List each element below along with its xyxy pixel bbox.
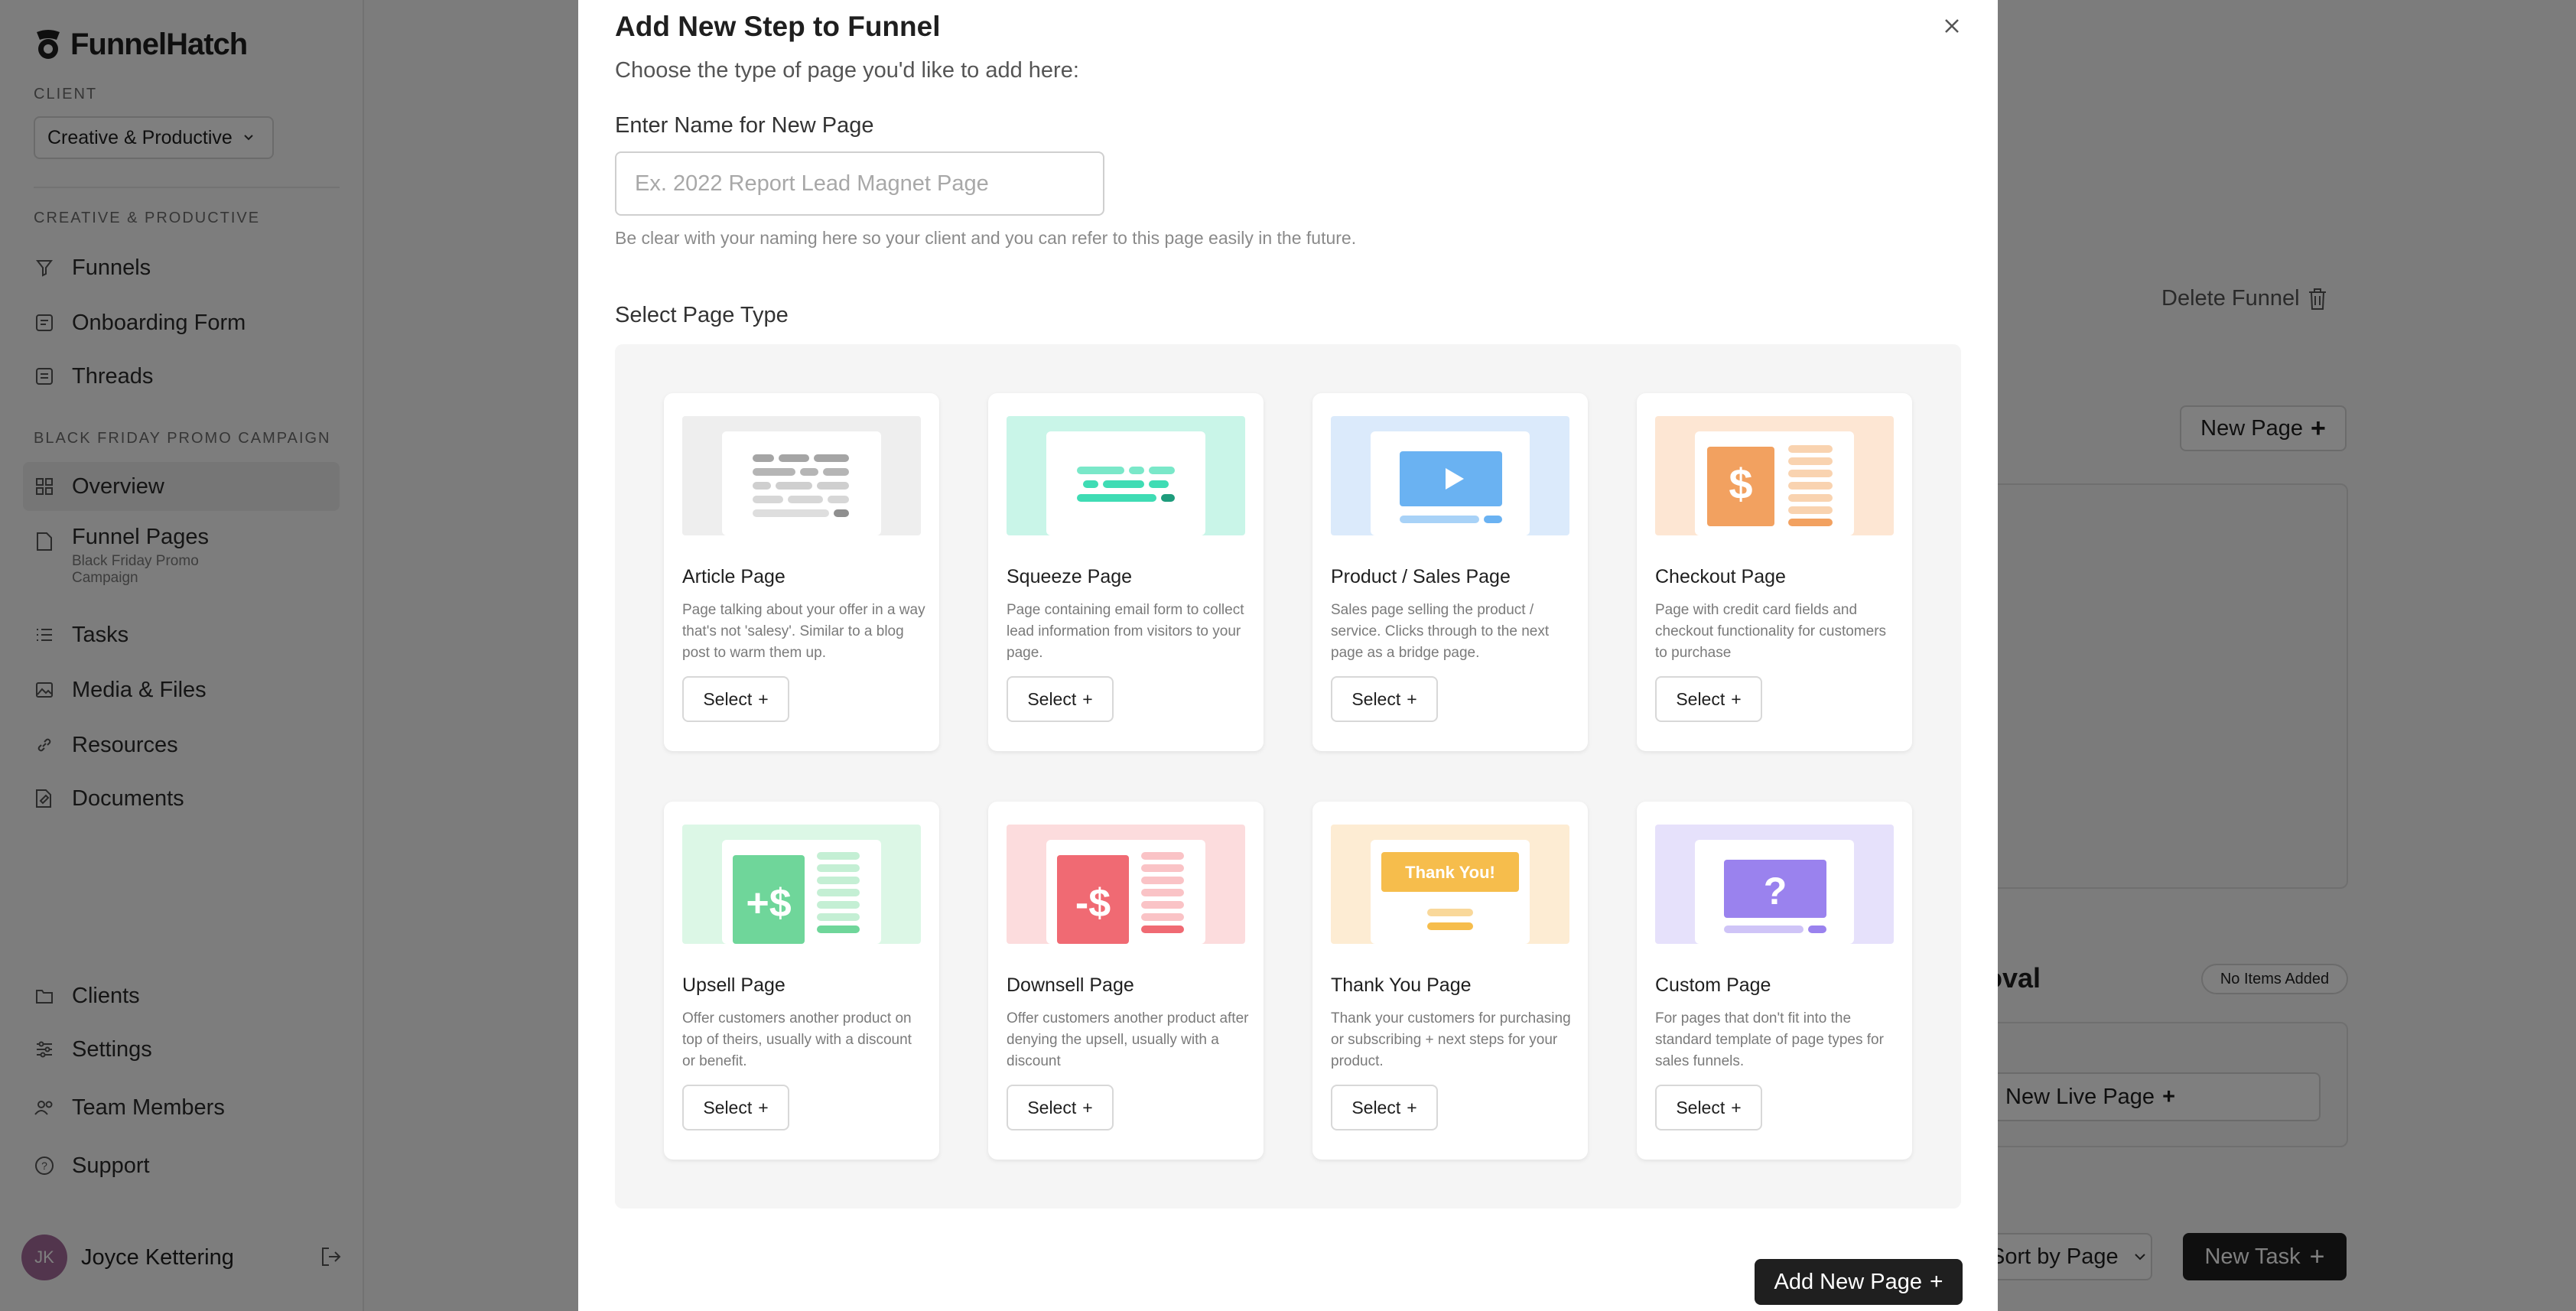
plus-icon: +	[758, 688, 769, 709]
select-label: Select	[1027, 688, 1077, 709]
add-new-page-label: Add New Page	[1774, 1269, 1922, 1294]
select-squeeze-button[interactable]: Select +	[1007, 676, 1114, 722]
page-type-title: Upsell Page	[682, 974, 785, 996]
page-type-description: Offer customers another product after de…	[1007, 1010, 1249, 1069]
plus-icon: +	[1082, 688, 1093, 709]
select-custom-button[interactable]: Select +	[1655, 1085, 1762, 1130]
checkout-thumbnail: $	[1655, 416, 1894, 535]
select-upsell-button[interactable]: Select +	[682, 1085, 789, 1130]
add-step-modal: Add New Step to Funnel Choose the type o…	[578, 0, 1998, 1311]
page-type-card-downsell[interactable]: -$ Downsell Page Offer customers another…	[988, 802, 1264, 1160]
add-new-page-button[interactable]: Add New Page +	[1755, 1259, 1963, 1305]
product-sales-thumbnail	[1331, 416, 1569, 535]
select-checkout-button[interactable]: Select +	[1655, 676, 1762, 722]
select-label: Select	[1676, 1097, 1725, 1117]
page-type-card-upsell[interactable]: +$ Upsell Page Offer customers another p…	[664, 802, 939, 1160]
select-label: Select	[703, 1097, 753, 1117]
page-name-input[interactable]	[615, 151, 1104, 216]
page-type-title: Custom Page	[1655, 974, 1771, 996]
page-type-description: Page containing email form to collect le…	[1007, 602, 1244, 661]
svg-text:$: $	[1729, 460, 1752, 508]
upsell-glyph: +$	[746, 881, 791, 926]
article-thumbnail	[682, 416, 921, 535]
custom-thumbnail: ?	[1655, 825, 1894, 944]
page-type-description: Thank your customers for purchasing or s…	[1331, 1010, 1571, 1069]
page-type-description: Sales page selling the product / service…	[1331, 602, 1550, 661]
plus-icon: +	[1731, 1097, 1742, 1117]
select-label: Select	[1676, 688, 1725, 709]
page-type-title: Squeeze Page	[1007, 566, 1133, 587]
plus-icon: +	[1407, 1097, 1417, 1117]
page-type-description: Offer customers another product on top o…	[682, 1010, 912, 1069]
page-name-label: Enter Name for New Page	[615, 113, 874, 138]
page-type-card-product-sales[interactable]: Product / Sales Page Sales page selling …	[1312, 393, 1588, 751]
page-type-title: Thank You Page	[1331, 974, 1472, 996]
page-type-description: Page with credit card fields and checkou…	[1655, 602, 1887, 661]
page-type-grid: Article Page Page talking about your off…	[615, 344, 1961, 1209]
page-type-title: Downsell Page	[1007, 974, 1134, 996]
page-type-card-checkout[interactable]: $ Checkout Page Page with credit card fi…	[1637, 393, 1912, 751]
plus-icon: +	[1731, 688, 1742, 709]
select-label: Select	[1351, 1097, 1401, 1117]
upsell-thumbnail: +$	[682, 825, 921, 944]
page-name-help: Be clear with your naming here so your c…	[615, 228, 1357, 248]
plus-icon: +	[1407, 688, 1417, 709]
page-type-label: Select Page Type	[615, 303, 789, 327]
select-article-button[interactable]: Select +	[682, 676, 789, 722]
page-type-title: Product / Sales Page	[1331, 566, 1511, 587]
page-type-card-thank-you[interactable]: Thank You! Thank You Page Thank your cus…	[1312, 802, 1588, 1160]
page-type-card-custom[interactable]: ? Custom Page For pages that don't fit i…	[1637, 802, 1912, 1160]
page-type-title: Article Page	[682, 566, 785, 587]
custom-glyph: ?	[1764, 870, 1787, 912]
page-type-card-squeeze[interactable]: Squeeze Page Page containing email form …	[988, 393, 1264, 751]
page-type-description: Page talking about your offer in a way t…	[682, 602, 925, 661]
modal-subtitle: Choose the type of page you'd like to ad…	[615, 58, 1079, 83]
select-product-sales-button[interactable]: Select +	[1331, 676, 1438, 722]
close-icon	[1945, 19, 1959, 33]
plus-icon: +	[758, 1097, 769, 1117]
plus-icon: +	[1082, 1097, 1093, 1117]
select-label: Select	[1351, 688, 1401, 709]
select-downsell-button[interactable]: Select +	[1007, 1085, 1114, 1130]
modal-title: Add New Step to Funnel	[615, 11, 941, 42]
page-type-card-article[interactable]: Article Page Page talking about your off…	[664, 393, 939, 751]
squeeze-thumbnail	[1007, 416, 1245, 535]
downsell-glyph: -$	[1075, 881, 1111, 926]
select-thank-you-button[interactable]: Select +	[1331, 1085, 1438, 1130]
select-label: Select	[1027, 1097, 1077, 1117]
plus-icon: +	[1929, 1269, 1943, 1294]
page-type-title: Checkout Page	[1655, 566, 1786, 587]
thank-you-glyph: Thank You!	[1405, 863, 1495, 882]
downsell-thumbnail: -$	[1007, 825, 1245, 944]
thank-you-thumbnail: Thank You!	[1331, 825, 1569, 944]
close-button[interactable]	[1937, 11, 1967, 41]
page-type-description: For pages that don't fit into the standa…	[1655, 1010, 1884, 1069]
select-label: Select	[703, 688, 753, 709]
